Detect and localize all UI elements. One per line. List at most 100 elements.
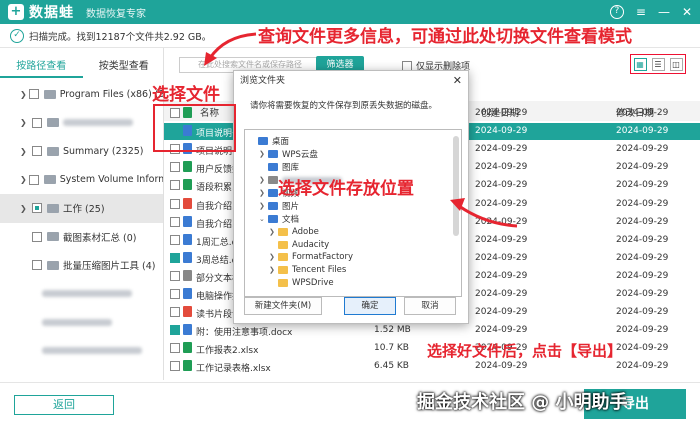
folder-browser-tree: 桌面 ❯ WPS云盘 图库 ❯ ❯ 视频 ❯ 图片 ⌄ 文档 ❯ Adobe Audacity ❯ Forma… (244, 129, 462, 297)
tree-item[interactable] (0, 337, 163, 366)
folder-label: WPS云盘 (282, 150, 318, 161)
tree-item[interactable]: 截图素材汇总 (0) (0, 223, 163, 252)
chevron-right-icon[interactable]: ❯ (20, 147, 30, 156)
ok-button[interactable]: 确定 (344, 297, 396, 315)
checkbox[interactable] (170, 234, 180, 245)
folder-tree-item[interactable]: ❯ Adobe (245, 225, 461, 238)
menu-icon[interactable]: ≡ (636, 3, 646, 21)
folder-tree-item[interactable]: 图库 (245, 161, 461, 174)
chevron-icon[interactable]: ❯ (259, 202, 268, 210)
app-name: 数据蛙 (29, 5, 74, 21)
chevron-right-icon[interactable]: ❯ (20, 204, 30, 213)
checkbox[interactable] (170, 216, 180, 227)
annotation-save-location: 选择文件存放位置 (278, 179, 414, 199)
checkbox[interactable] (170, 307, 180, 318)
checkbox[interactable] (32, 117, 42, 128)
checkbox[interactable] (170, 198, 180, 209)
list-view-icon[interactable]: ☰ (651, 57, 665, 71)
title-bar: + 数据蛙 数据恢复专家 ? ≡ — ✕ (0, 0, 700, 24)
minimize-icon[interactable]: — (658, 3, 670, 21)
user-folder-icon (268, 176, 278, 185)
checkbox[interactable] (170, 343, 180, 354)
modified-date: 2024-09-29 (616, 216, 669, 227)
modified-date: 2024-09-29 (616, 234, 669, 245)
file-size: 10.7 KB (374, 343, 409, 354)
chevron-right-icon[interactable]: ❯ (20, 118, 30, 127)
checkbox[interactable] (170, 252, 180, 263)
created-date: 2024-09-29 (475, 270, 528, 281)
checkbox[interactable] (170, 361, 180, 372)
tree-item-selected[interactable]: ❯ 工作 (25) (0, 194, 163, 223)
file-icon (183, 233, 192, 245)
folder-tree-item[interactable]: ❯ 图片 (245, 199, 461, 212)
chevron-icon[interactable]: ❯ (269, 253, 278, 261)
folder-tree-item[interactable]: WPSDrive (245, 277, 461, 290)
folder-tree-item[interactable]: ❯ Tencent Files (245, 264, 461, 277)
tree-item[interactable]: 批量压缩图片工具 (4) (0, 251, 163, 280)
tree-item-label: Program Files (x86) (30 (59, 88, 163, 100)
close-icon[interactable]: ✕ (682, 3, 692, 21)
checkbox[interactable] (170, 180, 180, 191)
tab-by-type[interactable]: 按类型查看 (83, 56, 166, 78)
tree-item[interactable]: ❯ Summary (2325) (0, 137, 163, 166)
folder-label: Adobe (292, 226, 319, 237)
folder-tree-item[interactable]: ❯ WPS云盘 (245, 148, 461, 161)
checkbox[interactable] (28, 174, 39, 185)
folder-label: 文档 (282, 214, 300, 225)
modified-date: 2024-09-29 (616, 270, 669, 281)
folder-tree-item[interactable]: 桌面 (245, 135, 461, 148)
chevron-icon[interactable]: ❯ (259, 189, 268, 197)
created-date: 2024-09-29 (475, 180, 528, 191)
file-icon (183, 324, 192, 336)
chevron-icon[interactable]: ⌄ (259, 215, 268, 223)
new-folder-button[interactable]: 新建文件夹(M) (244, 297, 322, 315)
checkbox[interactable] (170, 289, 180, 299)
tree-item[interactable]: ❯ (0, 109, 163, 138)
tree-item[interactable]: ❯ System Volume Informati (0, 166, 163, 195)
created-date: 2024-09-29 (475, 144, 528, 155)
checkbox[interactable] (170, 325, 180, 336)
tree-item[interactable] (0, 280, 163, 309)
file-name: 工作记录表格.xlsx (196, 364, 271, 375)
checkbox-partial[interactable] (32, 203, 42, 214)
file-icon (183, 197, 192, 209)
chevron-icon[interactable]: ❯ (259, 150, 268, 158)
folder-icon (43, 89, 56, 99)
chevron-icon[interactable]: ❯ (269, 228, 278, 236)
file-name: 工作报表2.xlsx (196, 346, 259, 357)
folder-tree-item[interactable]: Audacity (245, 238, 461, 251)
back-button[interactable]: 返回 (14, 395, 114, 415)
blurred-label (42, 290, 132, 298)
checkbox[interactable] (28, 89, 39, 100)
grid-view-icon[interactable]: ▦ (633, 57, 647, 71)
tab-by-path[interactable]: 按路径查看 (0, 56, 83, 78)
chevron-right-icon[interactable]: ❯ (20, 90, 27, 99)
close-icon[interactable]: ✕ (453, 74, 462, 87)
folder-tree-item[interactable]: ⌄ 文档 (245, 212, 461, 225)
chevron-right-icon[interactable]: ❯ (20, 175, 27, 184)
tree-item-label: System Volume Informati (59, 174, 163, 186)
chevron-icon[interactable]: ❯ (259, 176, 268, 184)
help-icon[interactable]: ? (609, 5, 624, 19)
blurred-label (42, 318, 112, 326)
folder-icon (47, 260, 59, 270)
detail-view-icon[interactable]: ◫ (669, 57, 683, 71)
created-date: 2024-09-29 (475, 108, 528, 118)
chevron-icon[interactable]: ❯ (269, 266, 278, 274)
view-tabs: 按路径查看 按类型查看 (0, 56, 165, 78)
checkbox[interactable] (402, 60, 412, 71)
cancel-button[interactable]: 取消 (404, 297, 456, 315)
checkbox[interactable] (32, 231, 42, 242)
file-icon (183, 161, 192, 173)
checkbox[interactable] (170, 270, 180, 281)
cloud-icon (268, 150, 278, 159)
folder-icon (278, 227, 288, 236)
tree-item[interactable]: ❯ Program Files (x86) (30 (0, 80, 163, 109)
table-row[interactable]: 附：使用注意事项.docx 1.52 MB 2024-09-29 2024-09-29 (164, 322, 700, 339)
folder-tree-item[interactable]: ❯ FormatFactory (245, 251, 461, 264)
annotation-view-modes: 查询文件更多信息，可通过此处切换文件查看模式 (258, 27, 632, 47)
checkbox[interactable] (170, 162, 180, 173)
checkbox[interactable] (32, 146, 42, 157)
checkbox[interactable] (32, 260, 42, 271)
tree-item[interactable] (0, 308, 163, 337)
